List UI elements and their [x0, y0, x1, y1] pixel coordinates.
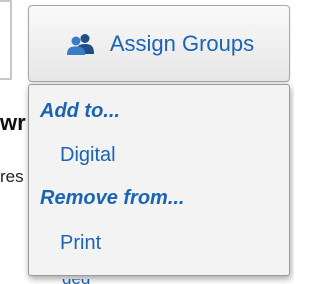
background-link-text: ded — [62, 279, 132, 284]
menu-header-remove-from: Remove from... — [40, 187, 185, 209]
assign-groups-label: Assign Groups — [109, 30, 255, 56]
users-icon — [66, 33, 94, 55]
background-link-fragment: ded — [62, 279, 132, 284]
background-text-fragment: res — [0, 167, 24, 186]
background-panel-edge — [0, 0, 12, 80]
background-heading-fragment: wr — [0, 110, 26, 135]
menu-item-add-digital[interactable]: Digital — [60, 145, 116, 165]
page: wr res ded Assign Groups Add to... Digit… — [0, 0, 294, 284]
menu-header-add-to: Add to... — [40, 100, 120, 122]
menu-item-remove-print[interactable]: Print — [60, 233, 101, 253]
assign-groups-button[interactable]: Assign Groups — [28, 5, 290, 82]
assign-groups-menu: Add to... Digital Remove from... Print — [28, 84, 290, 276]
